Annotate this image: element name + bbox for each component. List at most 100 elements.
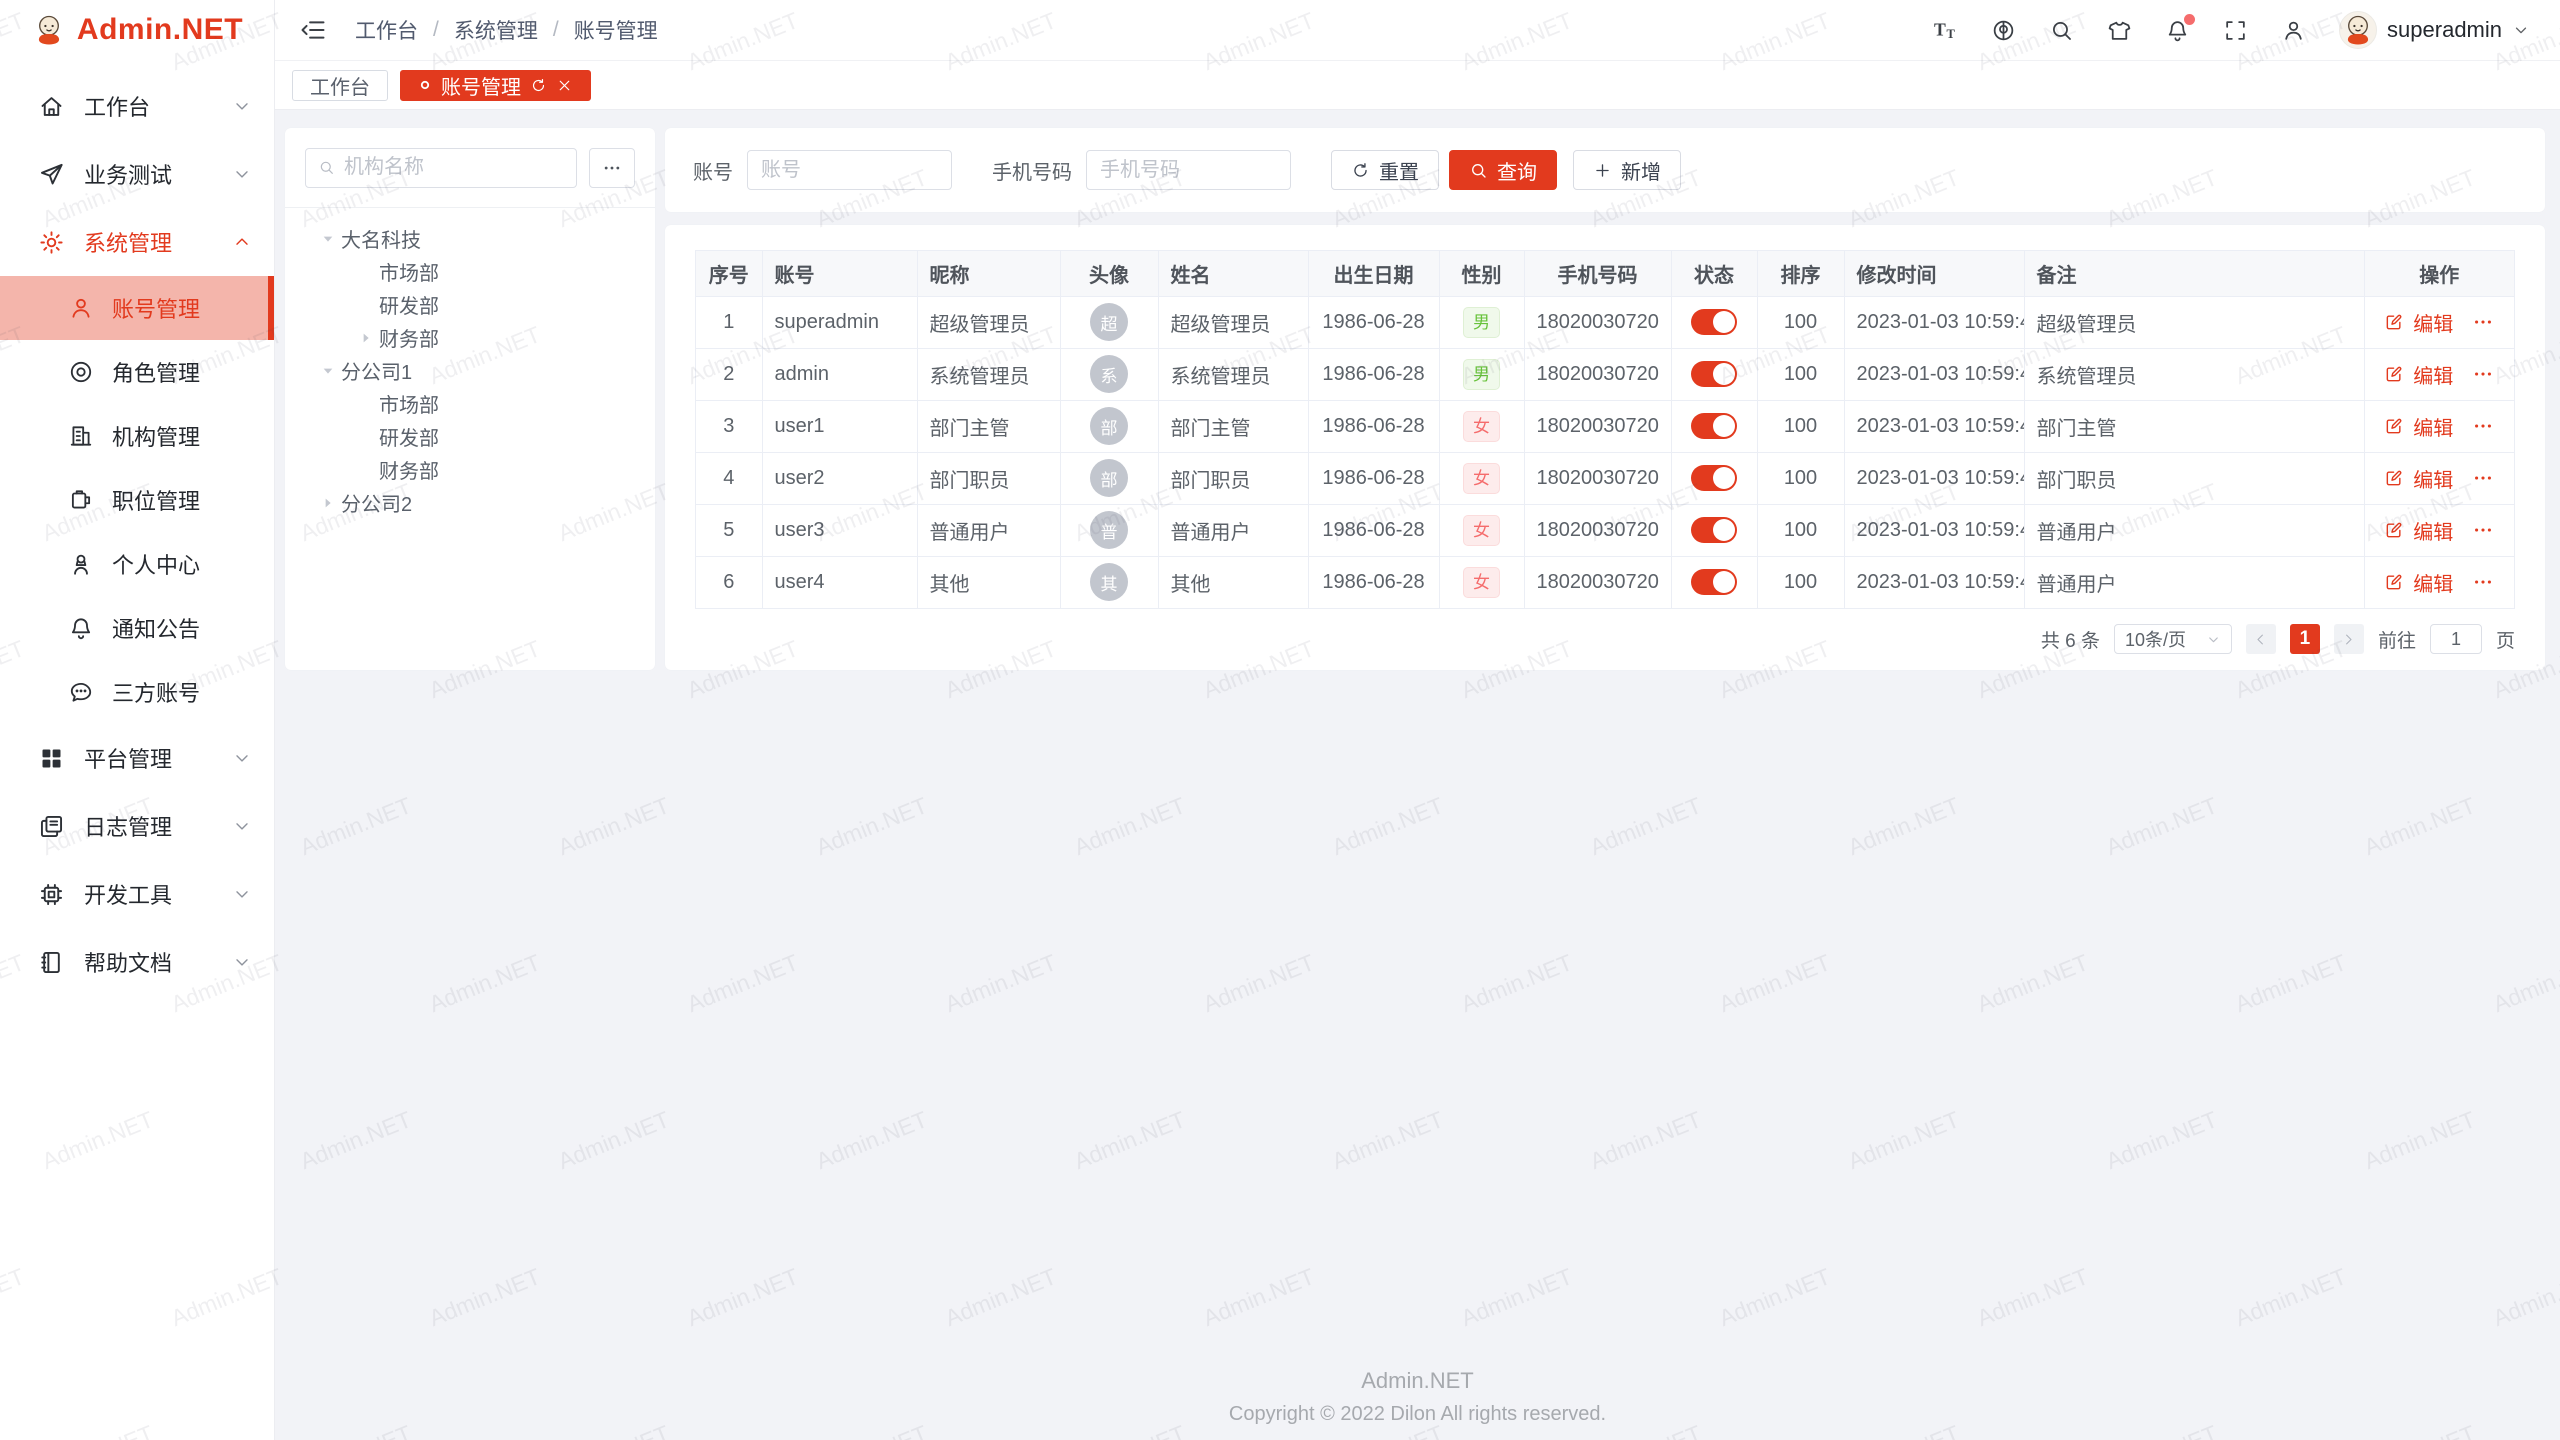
user-avatar [2339,11,2377,49]
sidebar-submenu-item[interactable]: 机构管理 [0,404,274,468]
cell-nickname: 超级管理员 [917,296,1060,348]
top-header: 工作台/系统管理/账号管理 TT superadmin [275,0,2560,61]
footer-title: Admin.NET [275,1368,2560,1394]
language-icon[interactable] [1991,18,2016,43]
close-icon[interactable] [556,77,573,94]
sidebar-submenu-item[interactable]: 通知公告 [0,596,274,660]
caret-right-fill-icon[interactable] [315,495,341,511]
status-toggle[interactable] [1691,361,1737,387]
user-outline-icon[interactable] [2281,18,2306,43]
cell-status [1671,348,1757,400]
edit-button[interactable]: 编辑 [2413,464,2453,493]
status-toggle[interactable] [1691,517,1737,543]
org-more-button[interactable] [589,148,635,188]
chevron-left-icon [2253,632,2268,647]
tree-node[interactable]: 财务部 [293,321,647,354]
gender-tag: 女 [1463,463,1500,494]
sidebar-submenu-item[interactable]: 账号管理 [0,276,274,340]
menu-item-label: 开发工具 [84,878,172,910]
phone-input[interactable] [1086,150,1291,190]
account-input[interactable] [747,150,952,190]
sidebar-menu-item[interactable]: 工作台 [0,72,274,140]
app-logo[interactable]: Admin.NET [0,0,274,60]
sidebar-submenu-item[interactable]: 角色管理 [0,340,274,404]
next-page-button[interactable] [2334,624,2364,654]
page-size-select[interactable]: 10条/页 [2114,624,2232,654]
edit-button[interactable]: 编辑 [2413,568,2453,597]
org-tree: 大名科技 市场部 研发部 财务部 分公司1 市场部 研发部 财务部 分公司2 [285,208,655,533]
chevron-down-icon [232,748,252,768]
tab[interactable]: 工作台 [292,70,388,101]
cell-gender: 女 [1439,452,1524,504]
tab-active[interactable]: 账号管理 [400,70,591,101]
query-button[interactable]: 查询 [1449,150,1557,190]
edit-icon[interactable] [2384,468,2404,488]
breadcrumb-item[interactable]: 工作台 [355,15,418,45]
edit-icon[interactable] [2384,572,2404,592]
row-more-button[interactable] [2472,571,2494,593]
status-toggle[interactable] [1691,309,1737,335]
sidebar-menu-item[interactable]: 平台管理 [0,724,274,792]
reset-button[interactable]: 重置 [1331,150,1439,190]
edit-icon[interactable] [2384,416,2404,436]
sidebar-menu-item[interactable]: 日志管理 [0,792,274,860]
user-menu[interactable]: superadmin [2339,11,2530,49]
goto-page-input[interactable] [2430,624,2482,654]
tree-node[interactable]: 分公司1 [293,354,647,387]
add-button[interactable]: 新增 [1573,150,1681,190]
edit-button[interactable]: 编辑 [2413,360,2453,389]
status-toggle[interactable] [1691,465,1737,491]
tree-node[interactable]: 市场部 [293,255,647,288]
edit-button[interactable]: 编辑 [2413,516,2453,545]
edit-icon[interactable] [2384,364,2404,384]
tree-node[interactable]: 分公司2 [293,486,647,519]
search-icon[interactable] [2049,18,2074,43]
row-more-button[interactable] [2472,311,2494,333]
row-more-button[interactable] [2472,467,2494,489]
sidebar-submenu-item[interactable]: 职位管理 [0,468,274,532]
cell-nickname: 系统管理员 [917,348,1060,400]
notification-bell-icon[interactable] [2165,18,2190,43]
cell-remark: 超级管理员 [2024,296,2364,348]
edit-button[interactable]: 编辑 [2413,412,2453,441]
tree-node[interactable]: 市场部 [293,387,647,420]
sidebar-submenu-item[interactable]: 三方账号 [0,660,274,724]
row-more-button[interactable] [2472,363,2494,385]
sidebar-menu-item[interactable]: 帮助文档 [0,928,274,996]
table-row: 5user3普通用户普普通用户1986-06-28女18020030720100… [696,504,2514,556]
refresh-icon[interactable] [530,77,547,94]
theme-icon[interactable] [2107,18,2132,43]
tree-node[interactable]: 研发部 [293,288,647,321]
breadcrumb-item[interactable]: 系统管理 [454,15,538,45]
caret-down-fill-icon[interactable] [315,363,341,379]
toggle-knob [1713,311,1735,333]
tree-node[interactable]: 研发部 [293,420,647,453]
tree-node[interactable]: 财务部 [293,453,647,486]
edit-icon[interactable] [2384,520,2404,540]
sidebar-menu-item[interactable]: 系统管理 [0,208,274,276]
sidebar-menu-item[interactable]: 业务测试 [0,140,274,208]
row-more-button[interactable] [2472,519,2494,541]
current-page-button[interactable]: 1 [2290,624,2320,654]
caret-down-fill-icon[interactable] [315,231,341,247]
cell-nickname: 普通用户 [917,504,1060,556]
cell-birth: 1986-06-28 [1308,348,1439,400]
edit-button[interactable]: 编辑 [2413,308,2453,337]
org-search-input[interactable] [344,156,564,179]
chevron-down-icon [232,96,252,116]
prev-page-button[interactable] [2246,624,2276,654]
sidebar-menu-item[interactable]: 开发工具 [0,860,274,928]
cell-remark: 部门职员 [2024,452,2364,504]
status-toggle[interactable] [1691,413,1737,439]
tree-node[interactable]: 大名科技 [293,222,647,255]
status-toggle[interactable] [1691,569,1737,595]
cell-ops: 编辑 [2364,296,2514,348]
sidebar-submenu-item[interactable]: 个人中心 [0,532,274,596]
menu-fold-icon[interactable] [299,16,327,44]
edit-icon[interactable] [2384,312,2404,332]
fullscreen-icon[interactable] [2223,18,2248,43]
tree-node-label: 大名科技 [341,224,421,253]
font-size-icon[interactable]: TT [1933,18,1958,43]
caret-right-fill-icon[interactable] [353,330,379,346]
row-more-button[interactable] [2472,415,2494,437]
